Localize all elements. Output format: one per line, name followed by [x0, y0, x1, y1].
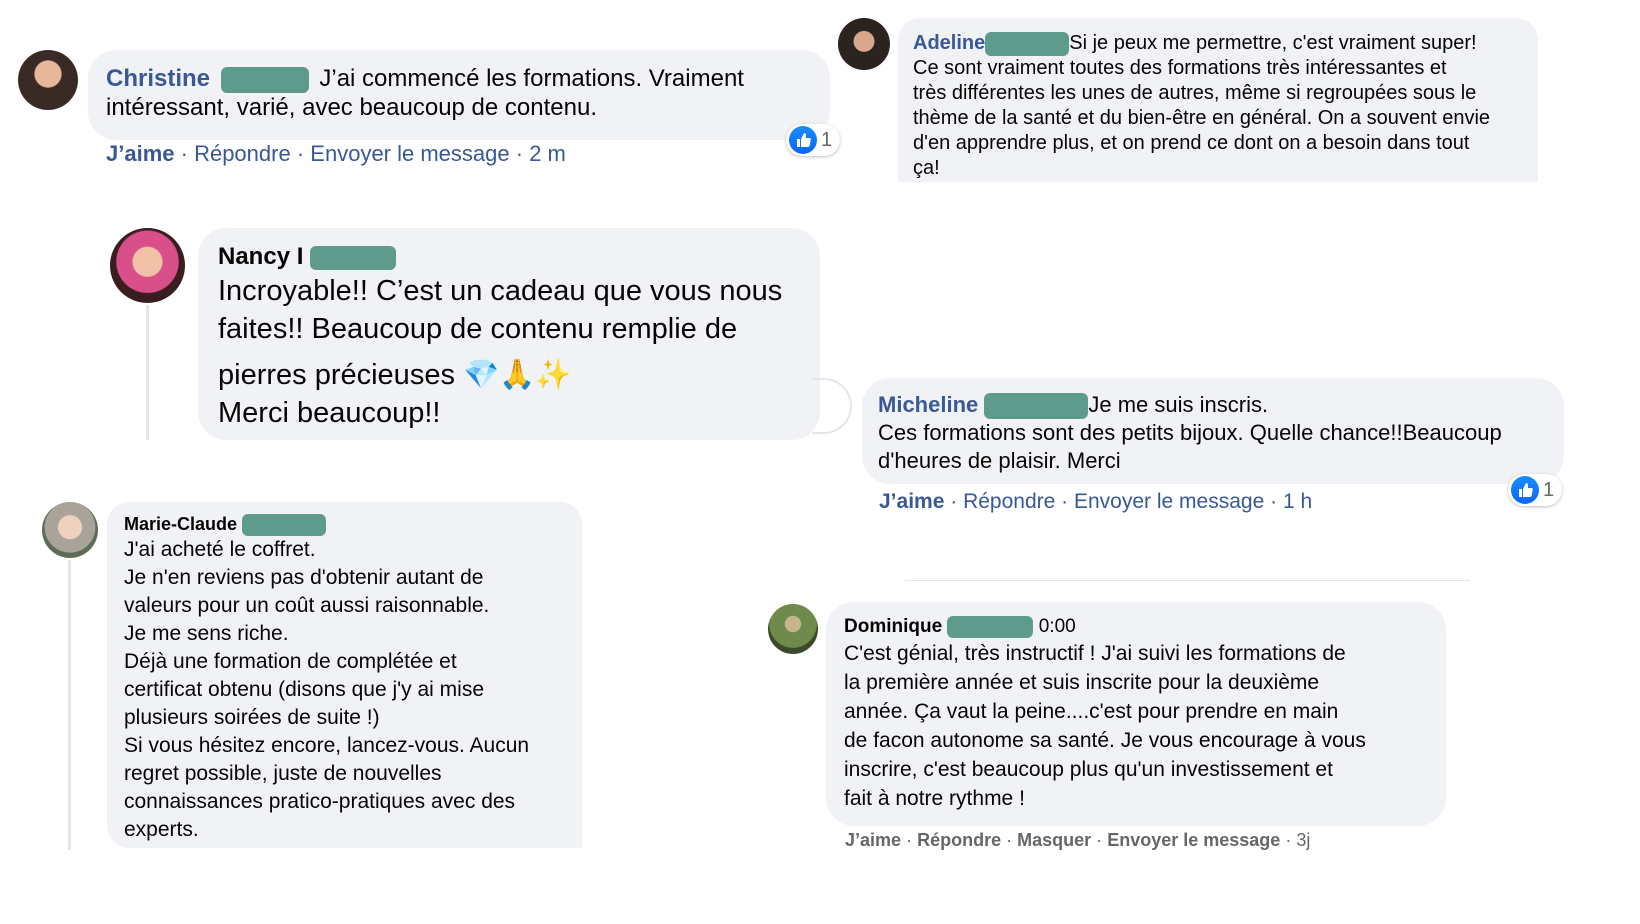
divider [905, 580, 1470, 581]
comment-text-line: la première année et suis inscrite pour … [844, 671, 1320, 694]
praying-hands-emoji-icon: 🙏 [499, 359, 536, 391]
comment-text-line: Ce sont vraiment toutes des formations t… [913, 57, 1447, 79]
reply-link[interactable]: Répondre [194, 141, 291, 166]
author-name[interactable]: Adeline [913, 32, 985, 54]
comment-bubble-nancy: Nancy I Incroyable!! C’est un cadeau que… [198, 228, 820, 440]
like-link[interactable]: J’aime [106, 141, 175, 166]
media-timestamp[interactable]: 0:00 [1039, 616, 1076, 637]
redaction-bar [984, 393, 1089, 420]
comment-text-line: valeurs pour un coût aussi raisonnable. [124, 594, 490, 618]
comment-text-line: Je me suis inscris. [1088, 392, 1269, 417]
comment-text-line: J’ai commencé les formations. Vraiment [319, 65, 744, 92]
like-link[interactable]: J’aime [879, 490, 944, 513]
comment-text-line: Incroyable!! C’est un cadeau que vous no… [218, 275, 783, 307]
comment-text-line: certificat obtenu (disons que j'y ai mis… [124, 678, 485, 702]
comment-actions: J’aime · Répondre · Envoyer le message ·… [879, 490, 1313, 513]
comment-actions: J’aime · Répondre · Masquer · Envoyer le… [845, 830, 1311, 850]
comment-bubble-dominique: Dominique 0:00 C'est génial, très instru… [826, 602, 1446, 826]
comment-text-line: pierres précieuses [218, 359, 455, 391]
comment-text-line: d'heures de plaisir. Merci [878, 448, 1121, 474]
comment-text-line: Ces formations sont des petits bijoux. Q… [878, 420, 1502, 446]
comment-bubble-marie-claude: Marie-Claude J'ai acheté le coffret. Je … [107, 502, 582, 848]
comment-text-line: J'ai acheté le coffret. [124, 538, 316, 562]
author-name[interactable]: Dominique [844, 616, 942, 637]
comment-text-line: Déjà une formation de complétée et [124, 650, 457, 674]
avatar-christine[interactable] [18, 50, 78, 110]
avatar-placeholder-edge [812, 378, 852, 434]
comment-text-line: Si je peux me permettre, c'est vraiment … [1069, 32, 1477, 54]
comment-actions: J’aime · Répondre · Envoyer le message ·… [106, 141, 566, 166]
comment-text-line: de facon autonome sa santé. Je vous enco… [844, 729, 1366, 752]
reaction-count-badge[interactable]: 1 [1508, 474, 1563, 506]
avatar-nancy[interactable] [110, 228, 185, 303]
send-message-link[interactable]: Envoyer le message [1074, 490, 1264, 513]
comment-text-line: faites!! Beaucoup de contenu remplie de [218, 313, 738, 345]
author-name[interactable]: Nancy I [218, 243, 303, 270]
comment-text-line: Je me sens riche. [124, 622, 289, 646]
send-message-link[interactable]: Envoyer le message [1107, 830, 1280, 850]
comment-bubble-micheline: Micheline Je me suis inscris. Ces format… [862, 378, 1564, 484]
redaction-bar [242, 514, 327, 537]
hide-link[interactable]: Masquer [1017, 830, 1091, 850]
comment-text-line: thème de la santé et du bien-être en gén… [913, 107, 1491, 129]
avatar-marie-claude[interactable] [42, 502, 98, 558]
author-name[interactable]: Christine [106, 65, 210, 92]
comment-text-line: experts. [124, 818, 199, 842]
reply-link[interactable]: Répondre [963, 490, 1055, 513]
thread-line [146, 305, 149, 440]
reply-link[interactable]: Répondre [917, 830, 1001, 850]
sparkles-emoji-icon: ✨ [535, 359, 572, 391]
comment-text-line: inscrire, c'est beaucoup plus qu'un inve… [844, 758, 1333, 781]
author-name[interactable]: Marie-Claude [124, 514, 237, 534]
timestamp[interactable]: 2 m [529, 141, 566, 166]
comment-bubble-christine: Christine J’ai commencé les formations. … [88, 50, 830, 140]
reaction-count: 1 [1543, 478, 1555, 501]
redaction-bar [985, 31, 1070, 56]
redaction-bar [220, 66, 309, 93]
comment-text-line: ça! [913, 157, 940, 179]
timestamp[interactable]: 1 h [1283, 490, 1312, 513]
comment-text-line: Si vous hésitez encore, lancez-vous. Auc… [124, 734, 530, 758]
author-name[interactable]: Micheline [878, 392, 978, 417]
comment-text-line: Je n'en reviens pas d'obtenir autant de [124, 566, 484, 590]
avatar-dominique[interactable] [768, 604, 818, 654]
reaction-count: 1 [821, 128, 833, 151]
thumbs-up-icon [1511, 476, 1539, 504]
comment-text-line: C'est génial, très instructif ! J'ai sui… [844, 642, 1346, 665]
thread-line [68, 560, 71, 850]
comment-text-line: regret possible, juste de nouvelles [124, 762, 442, 786]
comment-text-line: année. Ça vaut la peine....c'est pour pr… [844, 700, 1339, 723]
reaction-count-badge[interactable]: 1 [786, 124, 841, 156]
send-message-link[interactable]: Envoyer le message [310, 141, 509, 166]
comment-text-line: fait à notre rythme ! [844, 787, 1025, 810]
comment-text-line: plusieurs soirées de suite !) [124, 706, 380, 730]
thumbs-up-icon [789, 126, 817, 154]
redaction-bar [310, 245, 397, 270]
comment-text-line: très différentes les unes de autres, mêm… [913, 82, 1477, 104]
comment-text-line: intéressant, varié, avec beaucoup de con… [106, 94, 597, 121]
comment-text-line: Merci beaucoup!! [218, 397, 441, 429]
comment-text-line: d'en apprendre plus, et on prend ce dont… [913, 132, 1470, 154]
gem-emoji-icon: 💎 [463, 359, 500, 391]
avatar-adeline[interactable] [838, 18, 890, 70]
comment-bubble-adeline: Adeline Si je peux me permettre, c'est vr… [898, 18, 1538, 182]
timestamp[interactable]: 3j [1296, 830, 1310, 850]
comment-text-line: connaissances pratico-pratiques avec des [124, 790, 516, 814]
redaction-bar [947, 615, 1034, 638]
like-link[interactable]: J’aime [845, 830, 901, 850]
